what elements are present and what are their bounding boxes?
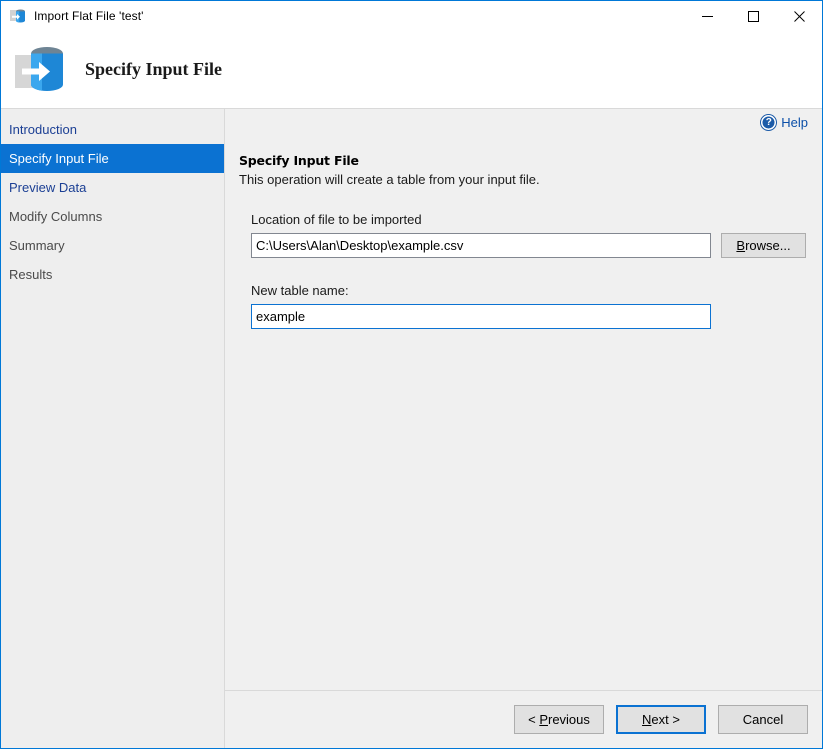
cancel-label: Cancel: [743, 712, 783, 727]
next-button[interactable]: Next >: [616, 705, 706, 734]
help-link[interactable]: ? Help: [761, 115, 808, 130]
table-name-label: New table name:: [251, 283, 822, 298]
sidebar-item-label: Results: [9, 267, 52, 282]
maximize-icon: [748, 11, 759, 22]
previous-prefix: <: [528, 712, 539, 727]
database-import-icon: [13, 41, 71, 99]
sidebar-item-label: Introduction: [9, 122, 77, 137]
cancel-button[interactable]: Cancel: [718, 705, 808, 734]
table-name-row: [251, 304, 822, 329]
sidebar-item-summary: Summary: [1, 231, 224, 260]
content-panel: ? Help Specify Input File This operation…: [225, 108, 822, 748]
sidebar-item-label: Preview Data: [9, 180, 86, 195]
window-controls: [684, 1, 822, 31]
maximize-button[interactable]: [730, 1, 776, 31]
file-location-row: Browse...: [251, 233, 822, 258]
wizard-steps-sidebar: Introduction Specify Input File Preview …: [1, 108, 225, 748]
sidebar-item-results: Results: [1, 260, 224, 289]
sidebar-item-label: Specify Input File: [9, 151, 109, 166]
app-icon: [10, 8, 26, 24]
section-description: This operation will create a table from …: [239, 172, 822, 187]
sidebar-item-modify-columns: Modify Columns: [1, 202, 224, 231]
table-name-group: New table name:: [251, 283, 822, 329]
wizard-footer: < Previous Next > Cancel: [225, 690, 822, 748]
section-heading: Specify Input File: [239, 153, 822, 168]
help-row: ? Help: [225, 109, 822, 136]
minimize-button[interactable]: [684, 1, 730, 31]
browse-accelerator: B: [736, 238, 745, 253]
browse-suffix: rowse...: [745, 238, 791, 253]
window-body: Introduction Specify Input File Preview …: [1, 108, 822, 748]
wizard-header: Specify Input File: [1, 31, 822, 108]
window-title: Import Flat File 'test': [34, 9, 144, 23]
file-location-label: Location of file to be imported: [251, 212, 822, 227]
next-suffix: ext >: [651, 712, 680, 727]
specify-input-file-pane: Specify Input File This operation will c…: [225, 136, 822, 690]
title-bar: Import Flat File 'test': [1, 1, 822, 31]
close-button[interactable]: [776, 1, 822, 31]
sidebar-item-label: Modify Columns: [9, 209, 102, 224]
browse-button[interactable]: Browse...: [721, 233, 806, 258]
table-name-input[interactable]: [251, 304, 711, 329]
sidebar-item-specify-input-file[interactable]: Specify Input File: [1, 144, 224, 173]
file-location-group: Location of file to be imported Browse..…: [251, 212, 822, 258]
minimize-icon: [702, 11, 713, 22]
page-title: Specify Input File: [85, 59, 222, 80]
help-question-icon: ?: [761, 115, 776, 130]
previous-accelerator: P: [539, 712, 548, 727]
sidebar-item-preview-data[interactable]: Preview Data: [1, 173, 224, 202]
import-flat-file-window: Import Flat File 'test': [0, 0, 823, 749]
previous-button[interactable]: < Previous: [514, 705, 604, 734]
sidebar-item-introduction[interactable]: Introduction: [1, 115, 224, 144]
sidebar-item-label: Summary: [9, 238, 65, 253]
next-accelerator: N: [642, 712, 651, 727]
file-location-input[interactable]: [251, 233, 711, 258]
close-icon: [794, 11, 805, 22]
previous-suffix: revious: [548, 712, 590, 727]
help-label: Help: [781, 115, 808, 130]
